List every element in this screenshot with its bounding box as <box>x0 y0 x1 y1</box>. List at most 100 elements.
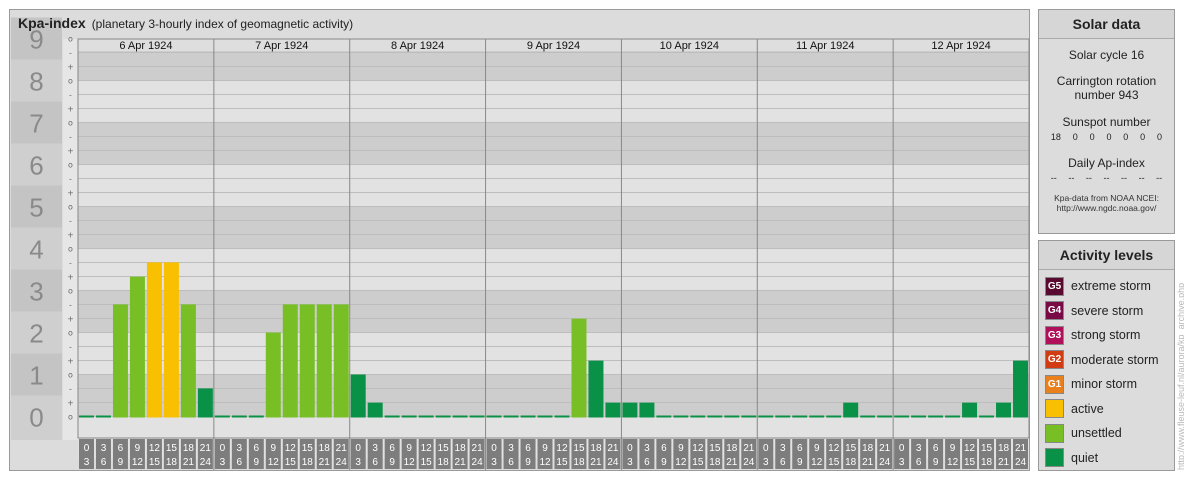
legend-item: G4 severe storm <box>1045 299 1174 324</box>
interval-end-label: 24 <box>200 457 212 468</box>
kp-bar <box>1013 360 1028 418</box>
interval-end-label: 6 <box>508 457 514 468</box>
interval-start-label: 12 <box>149 443 161 454</box>
interval-end-label: 3 <box>899 457 905 468</box>
interval-start-label: 9 <box>678 443 684 454</box>
legend-label: active <box>1071 401 1104 416</box>
sub-tick-label: - <box>69 259 72 268</box>
kp-bar <box>146 262 162 418</box>
watermark-url: http://www.fleuse-leuf.nl/aurora/kp_arch… <box>1176 282 1184 470</box>
interval-start-label: 18 <box>998 443 1010 454</box>
kp-bar <box>639 402 655 418</box>
interval-start-label: 18 <box>726 443 738 454</box>
kp-bar <box>571 318 587 418</box>
interval-start-label: 12 <box>964 443 976 454</box>
ap-index-value: -- <box>1156 173 1163 183</box>
interval-end-label: 9 <box>797 457 803 468</box>
kp-bar <box>588 360 604 418</box>
kp-bar <box>197 388 213 418</box>
band-7 <box>78 122 1029 165</box>
source-link[interactable]: http://www.ngdc.noaa.gov/ <box>1039 203 1174 213</box>
kp-bar <box>860 415 876 418</box>
sunspot-value: 18 <box>1050 132 1061 142</box>
sunspot-value: 0 <box>1089 132 1095 142</box>
interval-end-label: 6 <box>101 457 107 468</box>
interval-start-label: 15 <box>573 443 585 454</box>
interval-end-label: 21 <box>862 457 874 468</box>
sub-tick-label: + <box>67 147 74 156</box>
interval-start-label: 6 <box>389 443 395 454</box>
ap-index-value: -- <box>1138 173 1145 183</box>
interval-end-label: 6 <box>644 457 650 468</box>
interval-end-label: 12 <box>268 457 280 468</box>
y-tick-label: 5 <box>29 193 43 223</box>
interval-end-label: 21 <box>726 457 738 468</box>
interval-start-label: 0 <box>491 443 497 454</box>
interval-start-label: 6 <box>661 443 667 454</box>
interval-start-label: 15 <box>438 443 450 454</box>
band-3 <box>78 290 1029 333</box>
legend-label: quiet <box>1071 450 1099 465</box>
interval-end-label: 9 <box>933 457 939 468</box>
kp-bar <box>163 262 179 418</box>
interval-end-label: 9 <box>525 457 531 468</box>
kp-bar <box>316 304 332 418</box>
sub-tick-label: + <box>67 315 74 324</box>
sub-tick-label: o <box>68 413 73 422</box>
sunspot-value: 0 <box>1123 132 1129 142</box>
interval-end-label: 3 <box>491 457 497 468</box>
interval-start-label: 18 <box>455 443 467 454</box>
y-tick-label: 2 <box>29 319 43 349</box>
chart-subtitle: (planetary 3-hourly index of geomagnetic… <box>91 17 354 31</box>
sunspot-value: 0 <box>1156 132 1162 142</box>
legend-swatch: G5 <box>1045 276 1064 296</box>
band-1 <box>78 374 1029 417</box>
kp-bar <box>333 304 349 418</box>
interval-start-label: 6 <box>254 443 260 454</box>
interval-start-label: 3 <box>780 443 786 454</box>
interval-end-label: 12 <box>404 457 416 468</box>
legend-swatch: G3 <box>1045 325 1064 345</box>
day-label: 9 Apr 1924 <box>527 40 580 52</box>
legend-label: strong storm <box>1071 328 1141 343</box>
sub-tick-label: o <box>68 287 73 296</box>
kp-bar <box>911 415 927 418</box>
interval-end-label: 21 <box>319 457 331 468</box>
interval-start-label: 21 <box>1015 443 1027 454</box>
kp-bar <box>79 415 94 418</box>
kp-bar <box>112 304 128 418</box>
interval-end-label: 24 <box>336 457 348 468</box>
kp-bar <box>503 415 519 418</box>
interval-end-label: 15 <box>828 457 840 468</box>
interval-start-label: 21 <box>472 443 484 454</box>
kp-bar <box>452 415 468 418</box>
interval-end-label: 12 <box>947 457 959 468</box>
interval-end-label: 24 <box>1015 457 1027 468</box>
interval-start-label: 18 <box>862 443 874 454</box>
interval-end-label: 3 <box>627 457 633 468</box>
kp-bar <box>945 415 961 418</box>
sunspot-label: Sunspot number <box>1062 115 1151 129</box>
interval-start-label: 18 <box>319 443 331 454</box>
interval-end-label: 21 <box>183 457 195 468</box>
sub-tick-label: o <box>68 119 73 128</box>
activity-levels-heading: Activity levels <box>1039 241 1174 270</box>
sub-tick-label: + <box>67 399 74 408</box>
sub-tick-label: - <box>69 217 72 226</box>
activity-legend: G5 extreme storm G4 severe storm G3 strong st… <box>1039 270 1174 470</box>
kp-bar <box>962 402 978 418</box>
sub-tick-label: - <box>69 343 72 352</box>
interval-start-label: 21 <box>336 443 348 454</box>
ap-index-value: -- <box>1085 173 1092 183</box>
kpa-chart: 0123456789o+-o+-o+-o+-o+-o+-o+-o+-o+-o6 … <box>11 17 1030 470</box>
kp-bar <box>299 304 315 418</box>
interval-end-label: 3 <box>84 457 90 468</box>
y-tick-label: 8 <box>29 67 43 97</box>
interval-end-label: 3 <box>355 457 361 468</box>
interval-end-label: 15 <box>421 457 433 468</box>
legend-label: moderate storm <box>1071 352 1159 367</box>
sub-tick-label: + <box>67 189 74 198</box>
interval-end-label: 15 <box>149 457 161 468</box>
kp-bar <box>95 415 111 418</box>
activity-levels-panel: Activity levels G5 extreme storm G4 severe … <box>1038 240 1175 471</box>
